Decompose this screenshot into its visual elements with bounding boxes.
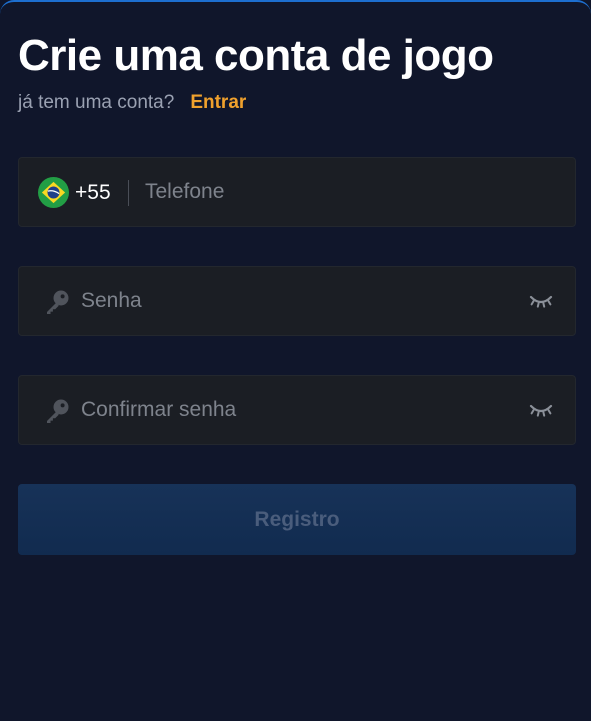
phone-divider <box>128 180 129 206</box>
page-title: Crie uma conta de jogo <box>18 31 494 80</box>
eye-closed-icon[interactable] <box>529 294 553 308</box>
register-button[interactable]: Registro <box>18 484 576 555</box>
password-input[interactable] <box>81 267 511 335</box>
eye-closed-icon[interactable] <box>529 403 553 417</box>
brazil-flag-icon[interactable] <box>38 177 69 208</box>
login-prompt: já tem uma conta? Entrar <box>18 91 246 115</box>
register-panel: Crie uma conta de jogo já tem uma conta?… <box>0 0 591 721</box>
phone-input[interactable] <box>145 158 545 226</box>
login-link[interactable]: Entrar <box>190 92 246 113</box>
login-question: já tem uma conta? <box>18 92 175 113</box>
password-field[interactable] <box>18 266 576 336</box>
confirm-password-input[interactable] <box>81 376 511 444</box>
key-icon <box>47 290 69 314</box>
phone-field[interactable]: +55 <box>18 157 576 227</box>
confirm-password-field[interactable] <box>18 375 576 445</box>
country-code[interactable]: +55 <box>75 180 111 206</box>
key-icon <box>47 399 69 423</box>
